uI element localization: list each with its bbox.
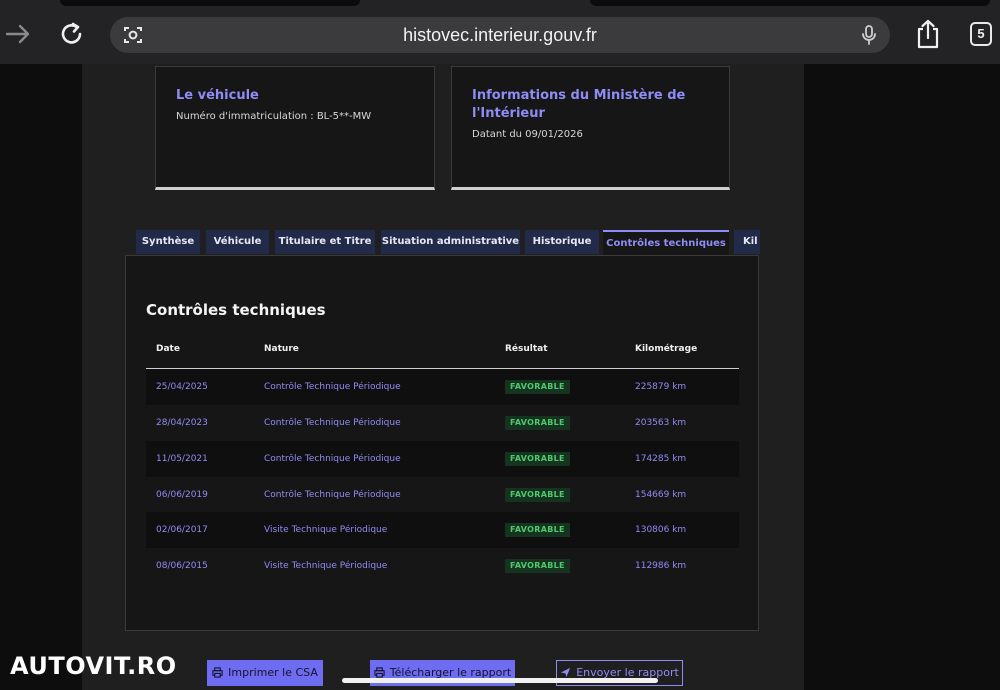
section-title: Contrôles techniques (146, 301, 326, 319)
row-date: 25/04/2025 (156, 382, 208, 392)
table-row: 08/06/2015 Visite Technique Périodique F… (146, 548, 739, 584)
tab-strip-left (60, 0, 360, 6)
tab-strip-right (590, 0, 990, 6)
share-icon[interactable] (913, 18, 943, 54)
reload-icon[interactable] (56, 18, 88, 50)
row-nature: Contrôle Technique Périodique (264, 454, 401, 464)
row-mileage: 112986 km (635, 561, 687, 571)
row-mileage: 174285 km (635, 454, 687, 464)
result-badge: FAVORABLE (505, 488, 570, 502)
ministry-card: Informations du Ministère de l'Intérieur… (451, 66, 730, 190)
printer-icon (212, 667, 223, 678)
row-nature: Contrôle Technique Périodique (264, 418, 401, 428)
watermark: AUTOVIT.RO (10, 652, 177, 680)
vehicle-card-title: Le véhicule (176, 88, 259, 103)
print-csa-label: Imprimer le CSA (228, 666, 318, 679)
tab-titulaire[interactable]: Titulaire et Titre (275, 230, 375, 254)
table-row: 25/04/2025 Contrôle Technique Périodique… (146, 369, 739, 405)
column-header-mileage: Kilométrage (635, 344, 698, 354)
ministry-card-title: Informations du Ministère de l'Intérieur (472, 87, 685, 123)
row-nature: Contrôle Technique Périodique (264, 382, 401, 392)
row-date: 08/06/2015 (156, 561, 208, 571)
ministry-title-line1: Informations du Ministère de (472, 88, 686, 103)
tab-bar: Synthèse Véhicule Titulaire et Titre Sit… (136, 230, 760, 256)
address-bar[interactable]: histovec.interieur.gouv.fr (110, 17, 890, 53)
ministry-title-line2: l'Intérieur (472, 106, 545, 121)
row-mileage: 154669 km (635, 490, 687, 500)
printer-icon (374, 667, 385, 678)
registration-number: Numéro d'immatriculation : BL-5**-MW (176, 111, 372, 122)
table-row: 28/04/2023 Contrôle Technique Périodique… (146, 405, 739, 441)
row-nature: Visite Technique Périodique (264, 561, 388, 571)
row-nature: Visite Technique Périodique (264, 525, 388, 535)
url-text[interactable]: histovec.interieur.gouv.fr (110, 17, 890, 53)
tab-historique[interactable]: Historique (525, 230, 599, 254)
tab-vehicule[interactable]: Véhicule (206, 230, 269, 254)
table-row: 11/05/2021 Contrôle Technique Périodique… (146, 441, 739, 477)
result-badge: FAVORABLE (505, 559, 570, 573)
data-date: Datant du 09/01/2026 (472, 129, 583, 140)
tab-synthese[interactable]: Synthèse (136, 230, 200, 254)
column-header-result: Résultat (505, 344, 548, 354)
result-badge: FAVORABLE (505, 452, 570, 466)
home-indicator (342, 678, 658, 683)
tab-controles-techniques[interactable]: Contrôles techniques (603, 230, 729, 256)
column-header-nature: Nature (264, 344, 299, 354)
row-nature: Contrôle Technique Périodique (264, 490, 401, 500)
row-date: 02/06/2017 (156, 525, 208, 535)
send-icon (561, 667, 571, 678)
browser-toolbar: histovec.interieur.gouv.fr 5 (0, 0, 1000, 64)
print-csa-button[interactable]: Imprimer le CSA (207, 660, 323, 686)
row-date: 06/06/2019 (156, 490, 208, 500)
result-badge: FAVORABLE (505, 416, 570, 430)
tab-situation[interactable]: Situation administrative (381, 230, 520, 254)
tab-kilometrage[interactable]: Kil (734, 230, 760, 254)
forward-icon[interactable] (2, 18, 34, 50)
vehicle-card: Le véhicule Numéro d'immatriculation : B… (155, 66, 435, 190)
row-date: 11/05/2021 (156, 454, 208, 464)
table-row: 02/06/2017 Visite Technique Périodique F… (146, 512, 739, 548)
tab-count-button[interactable]: 5 (970, 22, 992, 46)
mic-icon[interactable] (860, 24, 878, 50)
row-date: 28/04/2023 (156, 418, 208, 428)
column-header-date: Date (156, 344, 180, 354)
row-mileage: 225879 km (635, 382, 687, 392)
table-row: 06/06/2019 Contrôle Technique Périodique… (146, 477, 739, 513)
result-badge: FAVORABLE (505, 380, 570, 394)
row-mileage: 130806 km (635, 525, 687, 535)
row-mileage: 203563 km (635, 418, 687, 428)
result-badge: FAVORABLE (505, 523, 570, 537)
